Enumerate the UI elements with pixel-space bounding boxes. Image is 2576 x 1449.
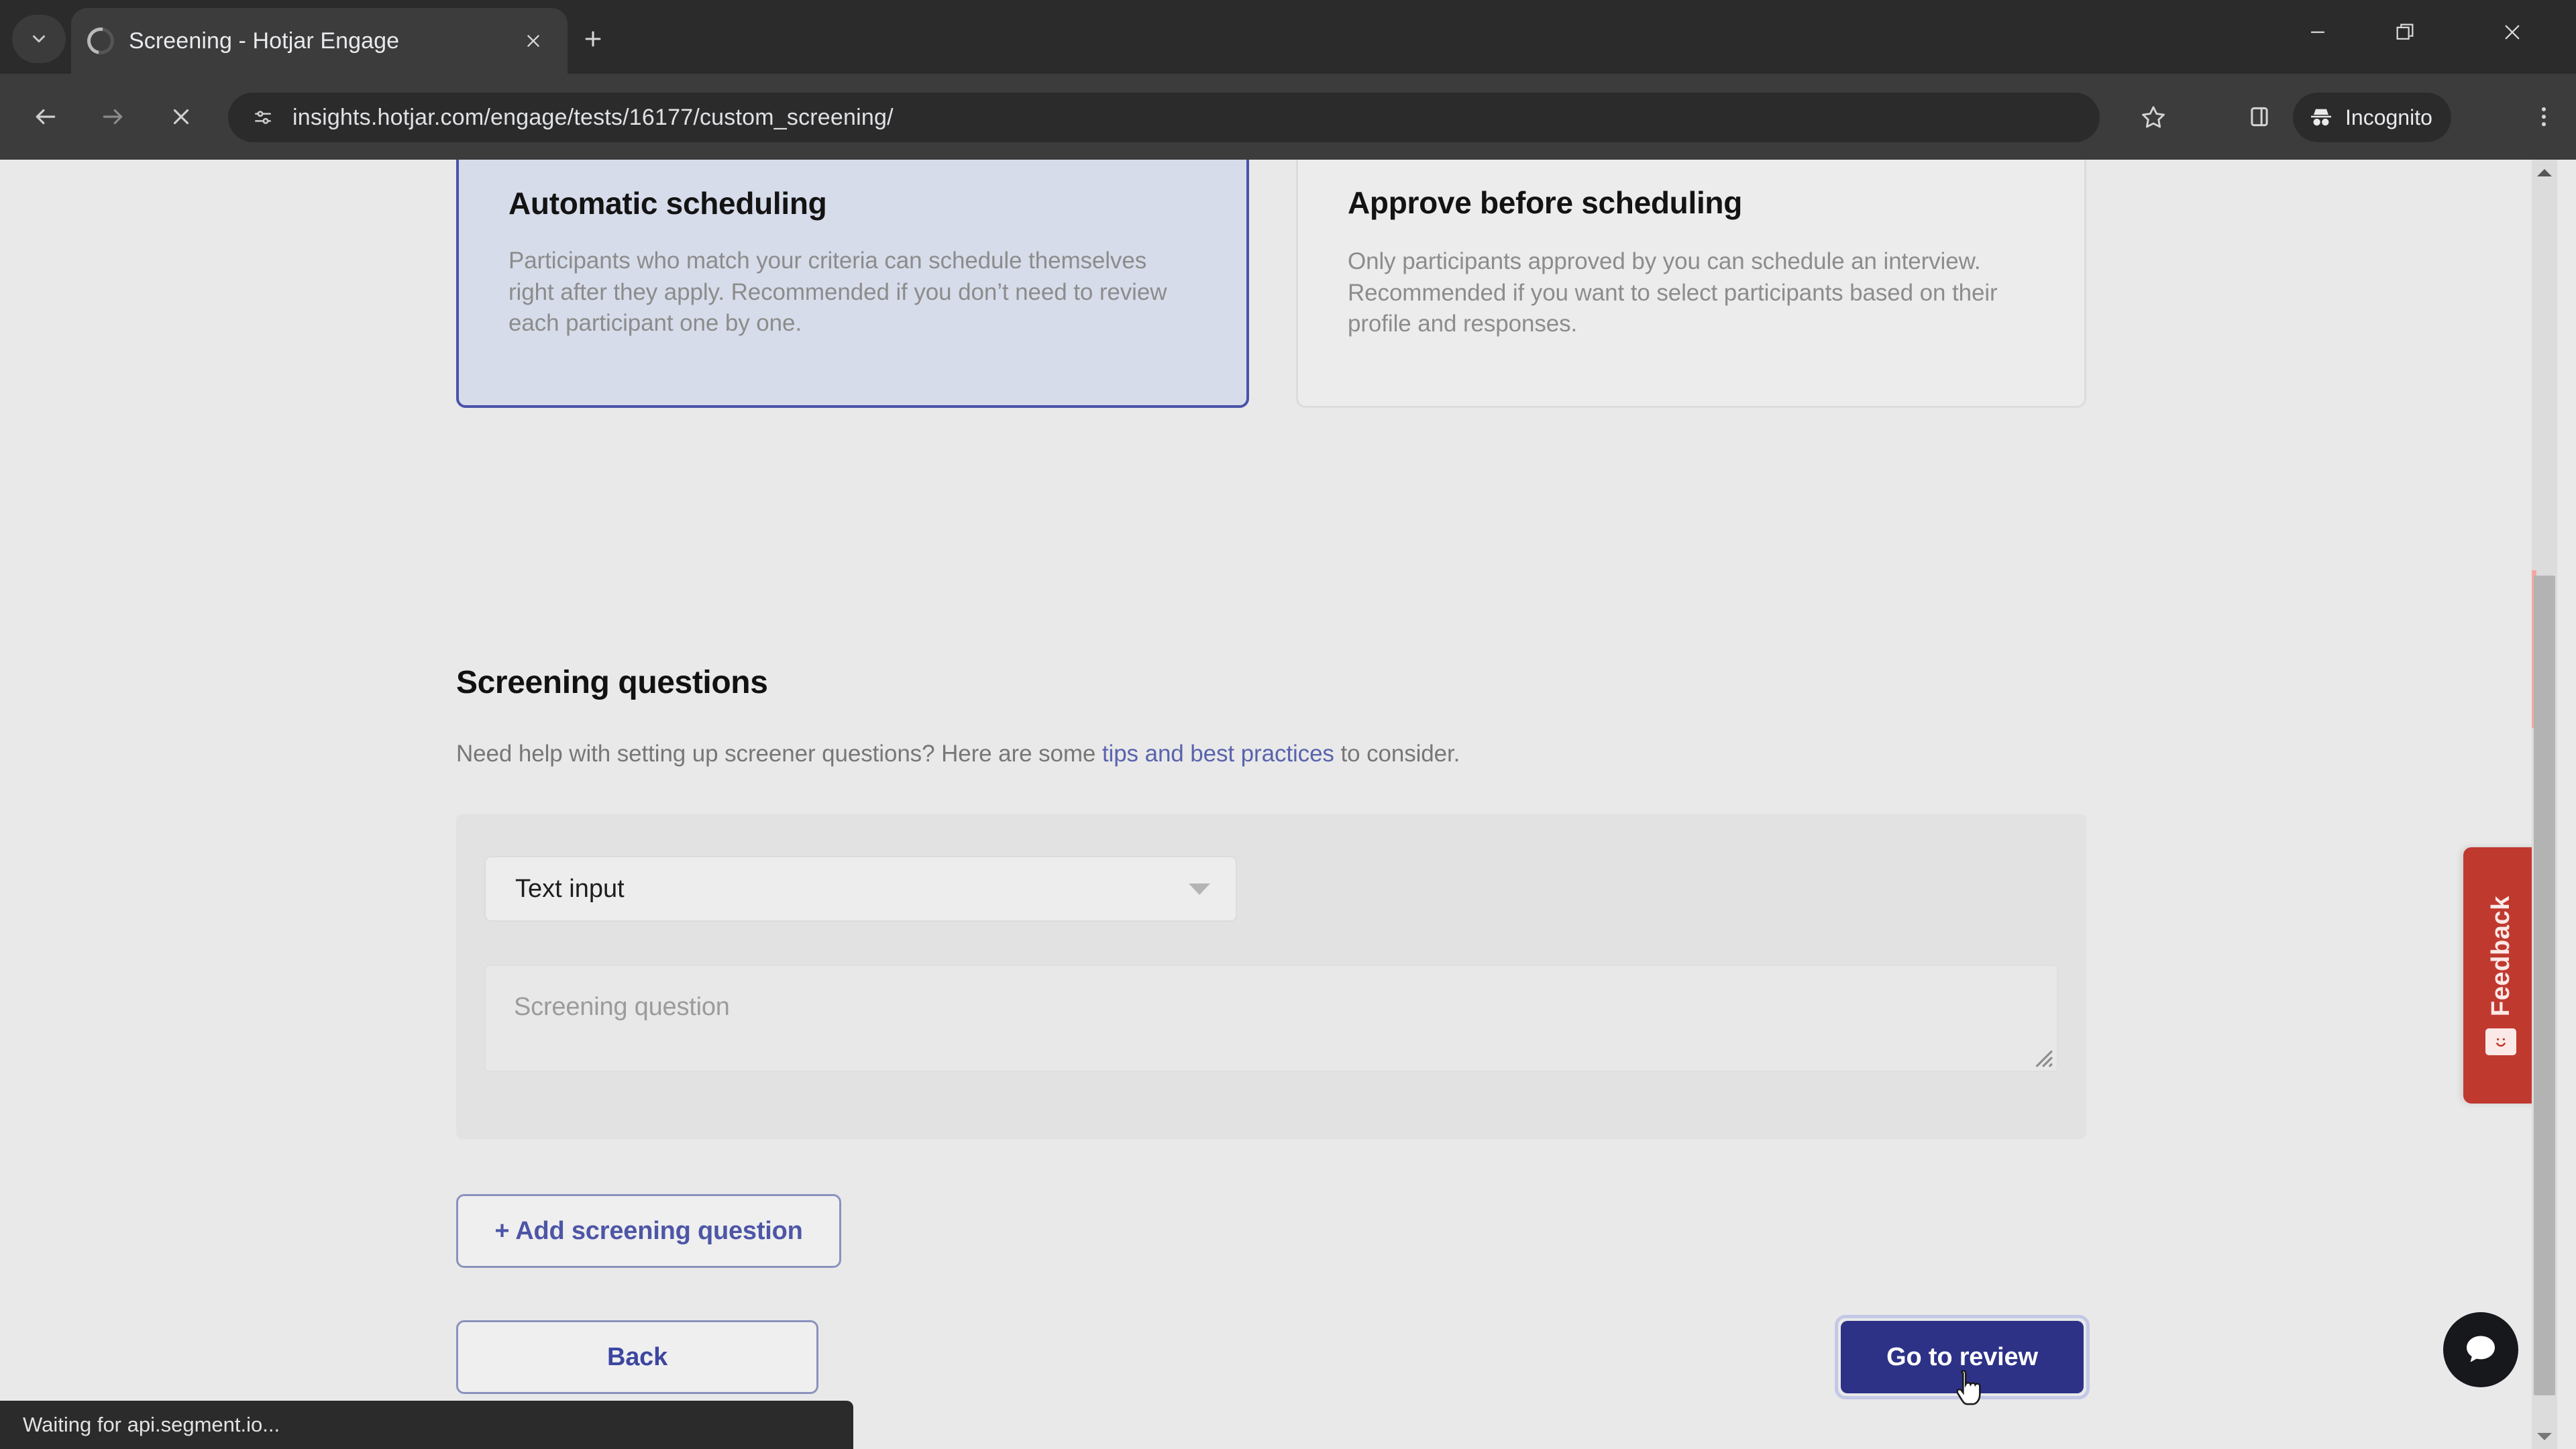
chevron-down-icon bbox=[1189, 883, 1210, 895]
incognito-badge[interactable]: Incognito bbox=[2293, 93, 2451, 142]
scrollbar-up-arrow[interactable] bbox=[2532, 160, 2557, 185]
tab-title: Screening - Hotjar Engage bbox=[129, 28, 400, 54]
help-text-before: Need help with setting up screener quest… bbox=[456, 741, 1102, 767]
page-scrollbar[interactable] bbox=[2532, 160, 2557, 1449]
add-screening-question-button[interactable]: + Add screening question bbox=[456, 1194, 841, 1268]
page-content: Automatic scheduling Participants who ma… bbox=[0, 160, 2557, 1449]
back-arrow-icon[interactable] bbox=[20, 91, 71, 142]
tab-search-icon[interactable] bbox=[12, 15, 66, 63]
site-settings-icon[interactable] bbox=[246, 100, 280, 135]
incognito-label: Incognito bbox=[2345, 105, 2432, 129]
browser-toolbar: insights.hotjar.com/engage/tests/16177/c… bbox=[0, 74, 2576, 160]
three-dot-menu-icon[interactable] bbox=[2524, 91, 2564, 142]
card-title: Automatic scheduling bbox=[508, 186, 827, 221]
status-bar: Waiting for api.segment.io... bbox=[0, 1401, 853, 1449]
smiley-face-icon bbox=[2485, 1028, 2516, 1056]
page-viewport: Automatic scheduling Participants who ma… bbox=[0, 160, 2576, 1449]
question-type-value: Text input bbox=[515, 874, 625, 903]
scrollbar-thumb[interactable] bbox=[2534, 576, 2555, 1395]
screening-question-placeholder: Screening question bbox=[514, 993, 730, 1021]
stop-loading-icon[interactable] bbox=[156, 91, 207, 142]
resize-grip-icon[interactable] bbox=[2030, 1044, 2053, 1067]
url-text: insights.hotjar.com/engage/tests/16177/c… bbox=[292, 104, 894, 130]
tab-close-icon[interactable] bbox=[515, 23, 551, 59]
incognito-icon bbox=[2311, 109, 2331, 126]
mouse-cursor bbox=[1956, 1370, 1981, 1405]
page-title: Screening questions bbox=[456, 665, 768, 700]
scheduling-card-automatic[interactable]: Automatic scheduling Participants who ma… bbox=[456, 160, 1249, 408]
tips-and-best-practices-link[interactable]: tips and best practices bbox=[1102, 741, 1334, 767]
help-text-after: to consider. bbox=[1334, 741, 1460, 767]
restore-window-icon[interactable] bbox=[2361, 0, 2449, 64]
window-close-icon[interactable] bbox=[2449, 0, 2576, 64]
screening-question-card: Text input Screening question bbox=[456, 814, 2086, 1139]
back-button[interactable]: Back bbox=[456, 1320, 818, 1394]
scrollbar-down-arrow[interactable] bbox=[2532, 1424, 2557, 1449]
loading-spinner-icon bbox=[82, 22, 119, 60]
tab-strip: Screening - Hotjar Engage bbox=[0, 0, 2576, 74]
scheduling-options: Automatic scheduling Participants who ma… bbox=[456, 160, 2086, 408]
chat-bubble-icon bbox=[2467, 1336, 2495, 1362]
browser-window: Screening - Hotjar Engage insights.hotja… bbox=[0, 0, 2576, 1449]
forward-arrow-icon[interactable] bbox=[87, 91, 138, 142]
minimize-icon[interactable] bbox=[2274, 0, 2361, 64]
card-title: Approve before scheduling bbox=[1348, 185, 1743, 220]
screening-help-text: Need help with setting up screener quest… bbox=[456, 741, 1460, 767]
scheduling-card-approve[interactable]: Approve before scheduling Only participa… bbox=[1296, 160, 2086, 408]
screening-question-input[interactable]: Screening question bbox=[484, 965, 2058, 1072]
browser-tab[interactable]: Screening - Hotjar Engage bbox=[71, 8, 568, 74]
star-icon[interactable] bbox=[2128, 91, 2179, 142]
card-description: Participants who match your criteria can… bbox=[508, 248, 1167, 337]
new-tab-button[interactable] bbox=[572, 17, 614, 60]
address-bar[interactable]: insights.hotjar.com/engage/tests/16177/c… bbox=[228, 93, 2100, 142]
feedback-tab[interactable]: Feedback bbox=[2463, 847, 2538, 1104]
chat-launcher-button[interactable] bbox=[2443, 1312, 2518, 1387]
card-description: Only participants approved by you can sc… bbox=[1348, 248, 1998, 337]
feedback-label: Feedback bbox=[2486, 895, 2515, 1017]
side-panel-icon[interactable] bbox=[2234, 91, 2285, 142]
question-type-select[interactable]: Text input bbox=[484, 856, 1237, 922]
